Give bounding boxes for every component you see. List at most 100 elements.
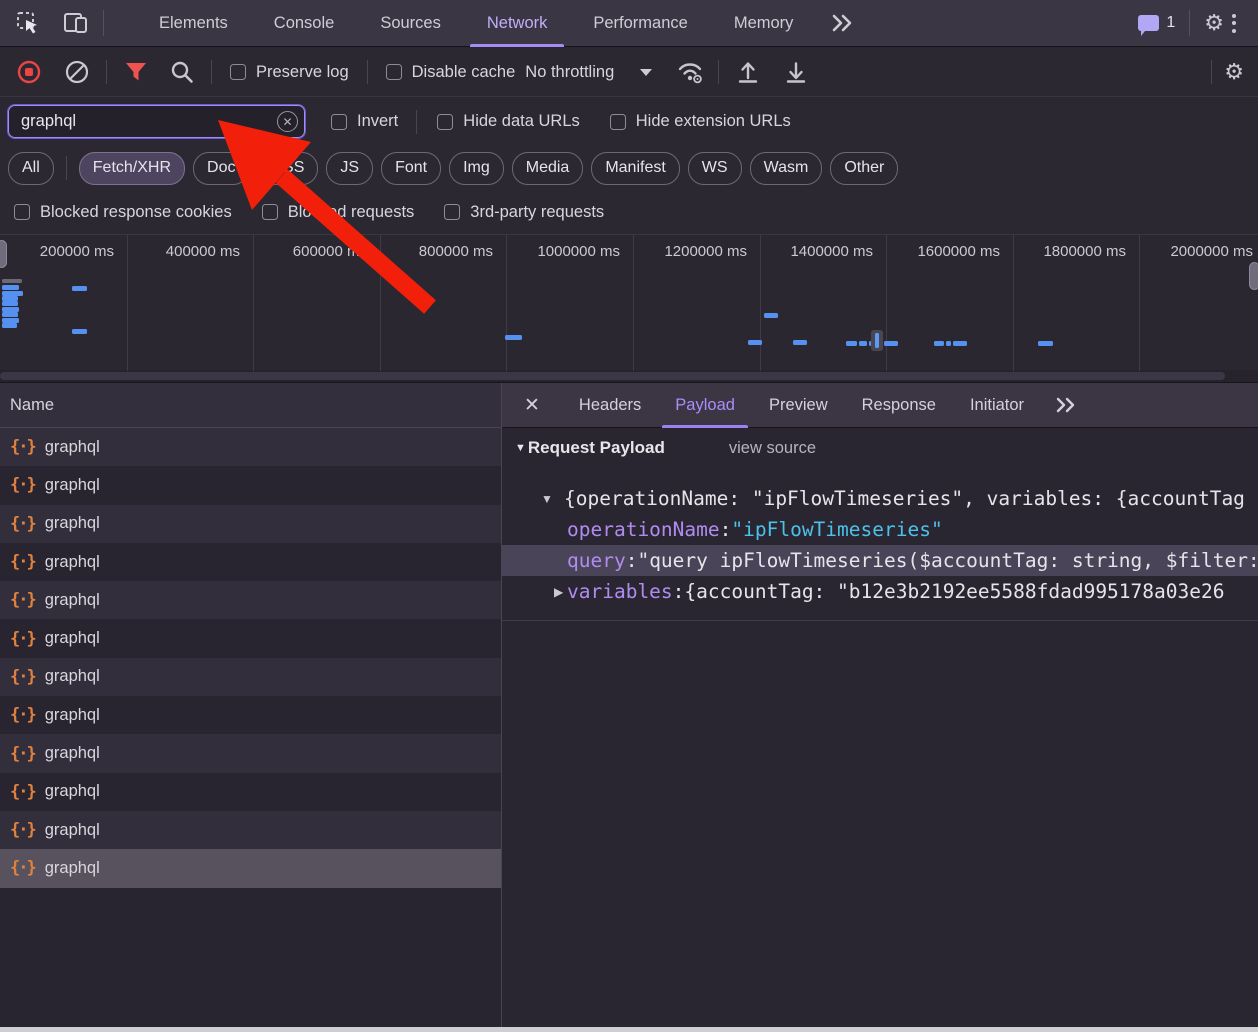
- divider: [1211, 60, 1212, 84]
- payload-row[interactable]: operationName: "ipFlowTimeseries": [502, 514, 1258, 545]
- close-icon[interactable]: ✕: [524, 394, 540, 417]
- view-source-link[interactable]: view source: [729, 439, 816, 458]
- payload-tree: ▼{operationName: "ipFlowTimeseries", var…: [502, 483, 1258, 607]
- request-row[interactable]: {·}graphql: [0, 658, 501, 696]
- extra-filter-checks: Blocked response cookies Blocked requests…: [0, 190, 1258, 235]
- request-row[interactable]: {·}graphql: [0, 849, 501, 887]
- clear-filter-icon[interactable]: ✕: [277, 111, 298, 132]
- chip-js[interactable]: JS: [326, 152, 373, 185]
- braces-xhr-icon: {·}: [10, 858, 35, 878]
- payload-row[interactable]: query: "query ipFlowTimeseries($accountT…: [502, 545, 1258, 576]
- chip-manifest[interactable]: Manifest: [591, 152, 679, 185]
- clear-icon[interactable]: [60, 55, 94, 89]
- chip-fetch-xhr[interactable]: Fetch/XHR: [79, 152, 185, 185]
- request-payload-section-header[interactable]: ▼ Request Payload view source: [502, 431, 1258, 465]
- tab-performance[interactable]: Performance: [570, 0, 710, 47]
- chip-wasm[interactable]: Wasm: [750, 152, 823, 185]
- search-icon[interactable]: [165, 55, 199, 89]
- checkbox[interactable]: [444, 204, 460, 220]
- chip-other[interactable]: Other: [830, 152, 898, 185]
- invert-toggle[interactable]: Invert: [331, 112, 398, 131]
- blocked-response-cookies-toggle[interactable]: Blocked response cookies: [14, 203, 232, 222]
- divider: [106, 60, 107, 84]
- export-har-icon[interactable]: [779, 55, 813, 89]
- tab-network[interactable]: Network: [464, 0, 571, 47]
- chip-font[interactable]: Font: [381, 152, 441, 185]
- divider: [211, 60, 212, 84]
- preserve-log-toggle[interactable]: Preserve log: [230, 63, 349, 82]
- tab-sources[interactable]: Sources: [357, 0, 464, 47]
- tab-memory[interactable]: Memory: [711, 0, 817, 47]
- payload-row[interactable]: ▼{operationName: "ipFlowTimeseries", var…: [502, 483, 1258, 514]
- collapse-triangle-icon[interactable]: ▼: [515, 442, 526, 454]
- checkbox-label: 3rd-party requests: [470, 203, 604, 222]
- tab-console[interactable]: Console: [251, 0, 358, 47]
- filter-input[interactable]: [19, 111, 253, 132]
- request-row[interactable]: {·}graphql: [0, 505, 501, 543]
- detail-tab-headers[interactable]: Headers: [562, 383, 658, 428]
- name-column-header[interactable]: Name: [0, 383, 501, 428]
- tab-elements[interactable]: Elements: [136, 0, 251, 47]
- chip-doc[interactable]: Doc: [193, 152, 249, 185]
- braces-xhr-icon: {·}: [10, 667, 35, 687]
- hide-data-urls-toggle[interactable]: Hide data URLs: [437, 112, 579, 131]
- chip-img[interactable]: Img: [449, 152, 504, 185]
- throttling-select[interactable]: No throttling: [525, 63, 652, 82]
- disable-cache-checkbox[interactable]: [386, 64, 402, 80]
- filter-icon[interactable]: [119, 55, 153, 89]
- checkbox[interactable]: [262, 204, 278, 220]
- network-settings-gear-icon[interactable]: ⚙: [1224, 61, 1244, 83]
- import-har-icon[interactable]: [731, 55, 765, 89]
- request-timing-bar: [2, 279, 22, 283]
- collapsed-triangle-icon[interactable]: ▶: [554, 585, 563, 599]
- overview-right-grabber[interactable]: [1249, 262, 1258, 290]
- settings-gear-icon[interactable]: ⚙: [1204, 12, 1224, 34]
- overview-left-grabber[interactable]: [0, 240, 7, 268]
- 3rd-party-requests-toggle[interactable]: 3rd-party requests: [444, 203, 604, 222]
- network-overview-timeline[interactable]: 200000 ms400000 ms600000 ms800000 ms1000…: [0, 235, 1258, 383]
- issues-counter[interactable]: 1: [1138, 14, 1175, 32]
- network-conditions-icon[interactable]: [674, 55, 708, 89]
- more-detail-tabs-icon[interactable]: [1055, 397, 1079, 413]
- chip-media[interactable]: Media: [512, 152, 584, 185]
- request-row[interactable]: {·}graphql: [0, 428, 501, 466]
- request-row[interactable]: {·}graphql: [0, 811, 501, 849]
- payload-row[interactable]: ▶variables: {accountTag: "b12e3b2192ee55…: [502, 576, 1258, 607]
- request-timing-bar: [884, 341, 898, 346]
- detail-tab-initiator[interactable]: Initiator: [953, 383, 1041, 428]
- timeline-gridline: [1013, 235, 1014, 371]
- invert-checkbox[interactable]: [331, 114, 347, 130]
- hide-data-urls-checkbox[interactable]: [437, 114, 453, 130]
- chip-ws[interactable]: WS: [688, 152, 742, 185]
- checkbox[interactable]: [14, 204, 30, 220]
- request-row[interactable]: {·}graphql: [0, 581, 501, 619]
- more-tabs-icon[interactable]: [830, 14, 856, 32]
- hide-extension-urls-toggle[interactable]: Hide extension URLs: [610, 112, 791, 131]
- detail-tab-response[interactable]: Response: [845, 383, 953, 428]
- detail-tab-preview[interactable]: Preview: [752, 383, 845, 428]
- request-row[interactable]: {·}graphql: [0, 543, 501, 581]
- overview-scroll-thumb[interactable]: [0, 372, 1225, 380]
- request-timing-bar: [764, 313, 778, 318]
- request-row[interactable]: {·}graphql: [0, 773, 501, 811]
- request-row[interactable]: {·}graphql: [0, 696, 501, 734]
- request-row[interactable]: {·}graphql: [0, 734, 501, 772]
- blocked-requests-toggle[interactable]: Blocked requests: [262, 203, 415, 222]
- disable-cache-toggle[interactable]: Disable cache: [386, 63, 516, 82]
- device-toolbar-icon[interactable]: [63, 11, 89, 35]
- overview-scroll-track[interactable]: [0, 370, 1258, 382]
- chip-all[interactable]: All: [8, 152, 54, 185]
- request-row[interactable]: {·}graphql: [0, 619, 501, 657]
- expanded-triangle-icon[interactable]: ▼: [541, 492, 553, 506]
- request-row[interactable]: {·}graphql: [0, 466, 501, 504]
- hide-extension-urls-checkbox[interactable]: [610, 114, 626, 130]
- detail-tab-payload[interactable]: Payload: [658, 383, 752, 428]
- kebab-menu-icon[interactable]: [1224, 10, 1244, 37]
- chip-css[interactable]: CSS: [257, 152, 318, 185]
- record-icon[interactable]: [12, 55, 46, 89]
- request-timing-bar: [2, 301, 18, 306]
- inspect-element-icon[interactable]: [16, 11, 41, 36]
- payload-value: "ipFlowTimeseries": [731, 518, 942, 541]
- preserve-log-checkbox[interactable]: [230, 64, 246, 80]
- timeline-gridline: [127, 235, 128, 371]
